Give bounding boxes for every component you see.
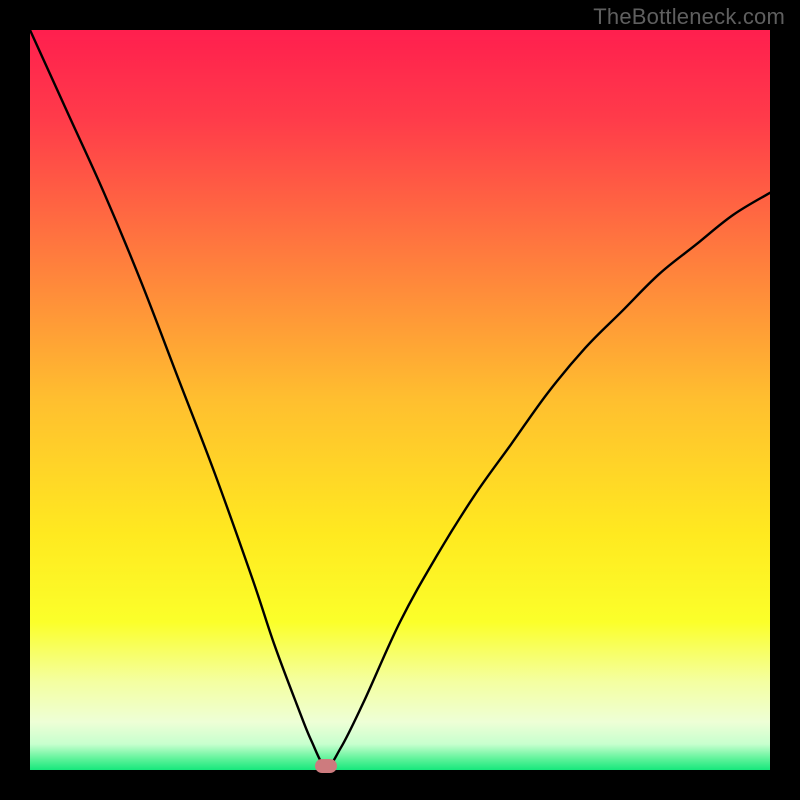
chart-svg: [30, 30, 770, 770]
watermark-text: TheBottleneck.com: [593, 4, 785, 30]
gradient-bg: [30, 30, 770, 770]
optimal-marker: [315, 759, 337, 773]
chart-frame: [30, 30, 770, 770]
